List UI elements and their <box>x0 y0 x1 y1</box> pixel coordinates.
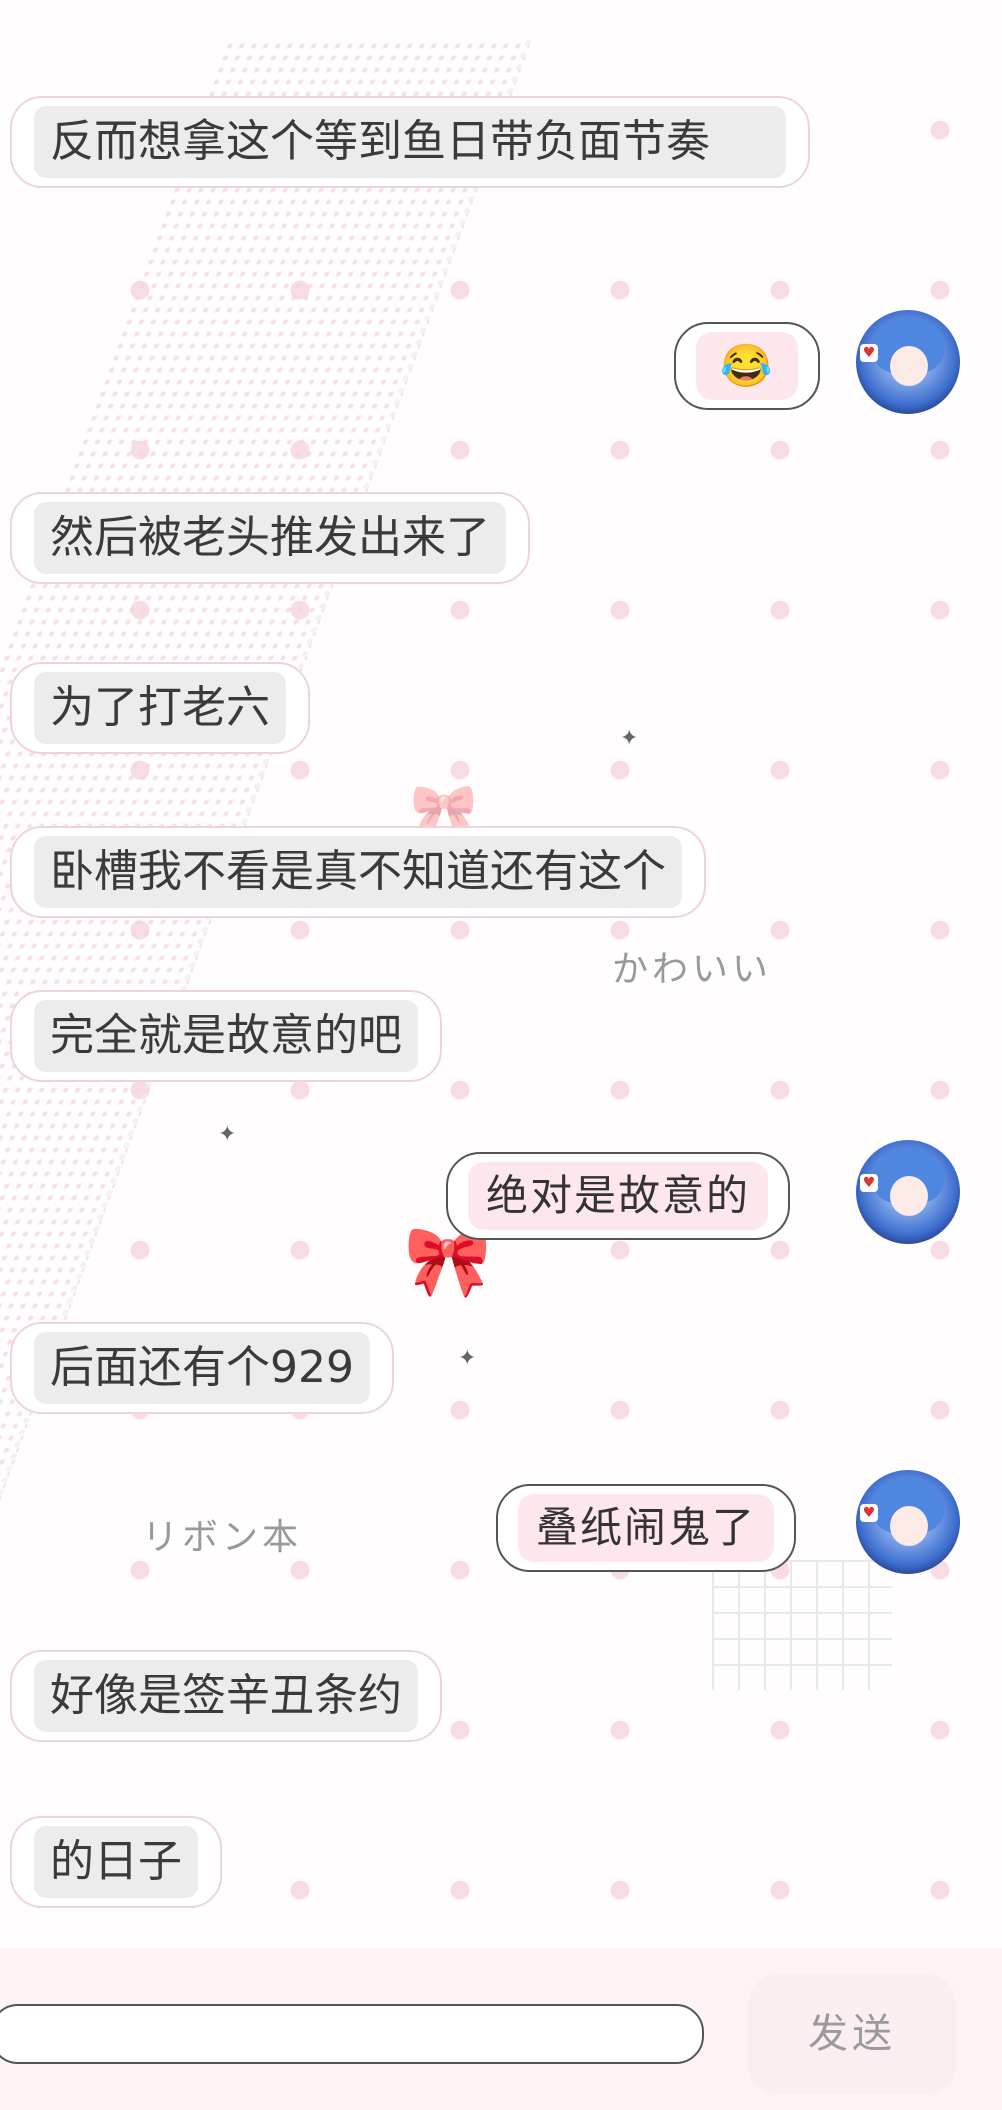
message-text: 反而想拿这个等到鱼日带负面节奏 <box>34 106 786 178</box>
composer-bar: 发送 <box>0 1948 1002 2110</box>
user-avatar[interactable]: ♥ <box>856 1470 960 1574</box>
ribbon-sticker-text: リボン本 <box>142 1517 303 1558</box>
laughing-crying-emoji: 😂 <box>696 332 799 400</box>
message-text: 绝对是故意的 <box>468 1162 769 1230</box>
sparkle-icon: ✦ <box>458 1346 477 1371</box>
chat-bubble-left[interactable]: 为了打老六 <box>10 662 310 754</box>
grid-heart-decoration <box>712 1560 892 1690</box>
chat-bubble-right[interactable]: 叠纸闹鬼了 <box>496 1484 797 1572</box>
message-text: 卧槽我不看是真不知道还有这个 <box>34 836 682 908</box>
chat-bubble-right[interactable]: 😂 <box>674 322 821 410</box>
chat-bubble-left[interactable]: 完全就是故意的吧 <box>10 990 442 1082</box>
send-button[interactable]: 发送 <box>748 1974 956 2094</box>
chat-bubble-left[interactable]: 后面还有个929 <box>10 1322 394 1414</box>
message-input[interactable] <box>0 2004 704 2064</box>
message-text: 好像是签辛丑条约 <box>34 1660 418 1732</box>
message-text: 完全就是故意的吧 <box>34 1000 418 1072</box>
chat-bubble-left[interactable]: 反而想拿这个等到鱼日带负面节奏 <box>10 96 810 188</box>
chat-bubble-left[interactable]: 卧槽我不看是真不知道还有这个 <box>10 826 706 918</box>
chat-bubble-left[interactable]: 的日子 <box>10 1816 222 1908</box>
chat-bubble-left[interactable]: 然后被老头推发出来了 <box>10 492 530 584</box>
heart-icon: ♥ <box>860 1174 878 1192</box>
heart-icon: ♥ <box>860 1504 878 1522</box>
sparkle-icon: ✦ <box>620 726 639 751</box>
message-text: 然后被老头推发出来了 <box>34 502 506 574</box>
chat-bubble-left[interactable]: 好像是签辛丑条约 <box>10 1650 442 1742</box>
message-text: 叠纸闹鬼了 <box>518 1494 775 1562</box>
user-avatar[interactable]: ♥ <box>856 310 960 414</box>
heart-icon: ♥ <box>860 344 878 362</box>
sparkle-icon: ✦ <box>218 1122 237 1147</box>
message-text: 后面还有个929 <box>34 1332 370 1404</box>
kawaii-sticker-text: かわいい <box>612 949 773 990</box>
message-text: 的日子 <box>34 1826 198 1898</box>
user-avatar[interactable]: ♥ <box>856 1140 960 1244</box>
message-text: 为了打老六 <box>34 672 286 744</box>
chat-bubble-right[interactable]: 绝对是故意的 <box>446 1152 791 1240</box>
